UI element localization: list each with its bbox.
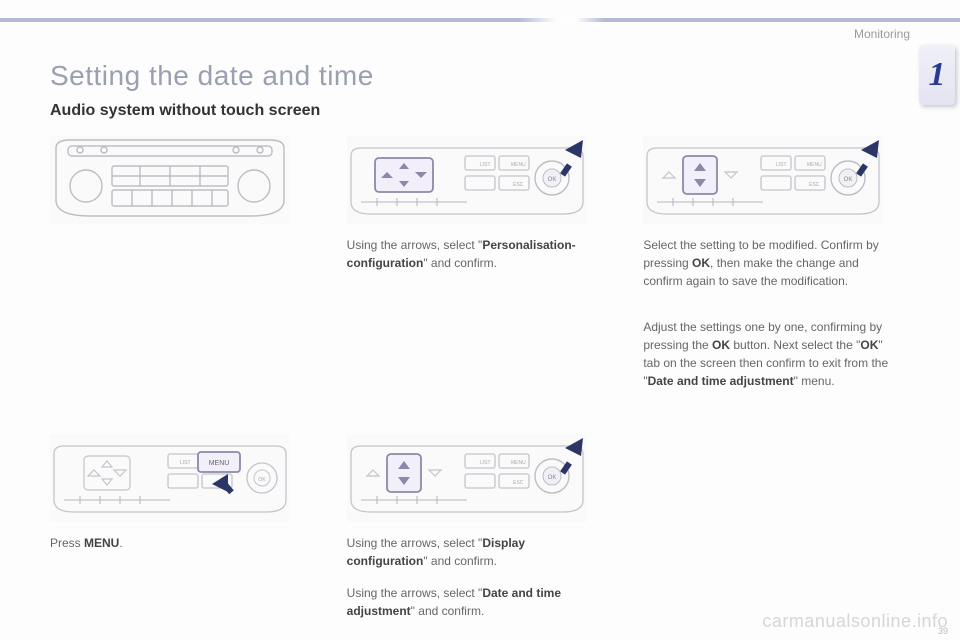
svg-text:LIST: LIST bbox=[480, 162, 491, 168]
cell-step-display-config: OK LIST MENU ESC Using the arrows, selec… bbox=[347, 434, 614, 634]
svg-text:MENU: MENU bbox=[511, 162, 526, 168]
watermark: carmanualsonline.info bbox=[762, 611, 948, 632]
svg-text:ESC: ESC bbox=[513, 480, 524, 486]
cell-empty bbox=[643, 434, 910, 634]
svg-text:LIST: LIST bbox=[180, 460, 191, 466]
page-title: Setting the date and time bbox=[50, 60, 910, 92]
caption-menu: Press MENU. bbox=[50, 534, 300, 552]
svg-text:ESC: ESC bbox=[513, 182, 524, 188]
svg-text:MENU: MENU bbox=[209, 460, 230, 467]
illustration-display-config: OK LIST MENU ESC bbox=[347, 434, 587, 522]
section-label: Monitoring bbox=[854, 27, 910, 41]
cell-step-menu: MENU OK LIST Press MENU. bbox=[50, 434, 317, 634]
illustration-arrows-select: OK LIST MENU ESC bbox=[347, 136, 587, 224]
svg-text:LIST: LIST bbox=[776, 162, 787, 168]
caption-display-config: Using the arrows, select "Display config… bbox=[347, 534, 597, 620]
steps-grid: OK LIST MENU ESC Using the arrows, selec… bbox=[50, 136, 910, 634]
cell-step-personalisation: OK LIST MENU ESC Using the arrows, selec… bbox=[347, 136, 614, 404]
svg-text:OK: OK bbox=[547, 475, 556, 481]
cell-radio-overview bbox=[50, 136, 317, 404]
chapter-tab: 1 bbox=[919, 45, 955, 105]
svg-text:ESC: ESC bbox=[809, 182, 820, 188]
svg-text:OK: OK bbox=[547, 177, 556, 183]
svg-text:OK: OK bbox=[258, 477, 266, 483]
illustration-updown-select: OK LIST MENU ESC bbox=[643, 136, 883, 224]
svg-text:OK: OK bbox=[844, 177, 853, 183]
caption-personalisation: Using the arrows, select "Personalisatio… bbox=[347, 236, 597, 272]
svg-text:MENU: MENU bbox=[511, 460, 526, 466]
page-content: Setting the date and time Audio system w… bbox=[50, 60, 910, 620]
caption-select-setting: Select the setting to be modified. Confi… bbox=[643, 236, 893, 390]
page-subtitle: Audio system without touch screen bbox=[50, 102, 910, 120]
illustration-menu-press: MENU OK LIST bbox=[50, 434, 290, 522]
illustration-radio-unit bbox=[50, 136, 290, 224]
top-divider bbox=[0, 18, 960, 22]
svg-text:MENU: MENU bbox=[807, 162, 822, 168]
svg-text:LIST: LIST bbox=[480, 460, 491, 466]
page-number: 39 bbox=[938, 626, 948, 636]
cell-step-select-setting: OK LIST MENU ESC Select the setting to b… bbox=[643, 136, 910, 404]
